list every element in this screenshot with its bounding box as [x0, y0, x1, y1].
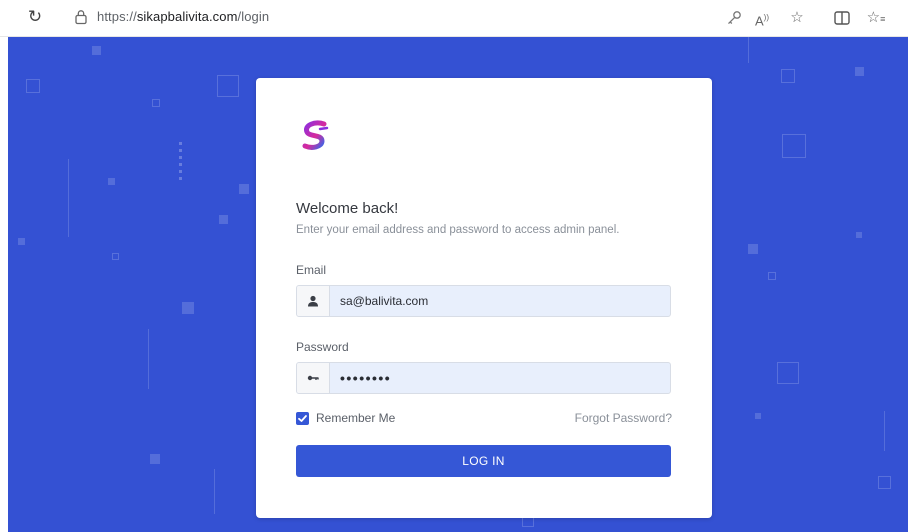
- password-label: Password: [296, 340, 349, 354]
- decor-square: [26, 79, 40, 93]
- password-addon: [297, 363, 330, 393]
- decor-square: [855, 67, 864, 76]
- decor-square: [112, 253, 119, 260]
- logo-icon: [302, 120, 329, 150]
- checkbox-checked-icon[interactable]: [296, 412, 309, 425]
- decor-square: [777, 362, 799, 384]
- decor-square: [152, 99, 160, 107]
- read-aloud-icon[interactable]: A)): [752, 8, 772, 28]
- user-icon: [308, 295, 318, 307]
- key-icon: [307, 375, 319, 381]
- decor-line: [148, 329, 149, 389]
- login-subtitle: Enter your email address and password to…: [296, 224, 620, 236]
- url-domain: sikapbalivita.com: [136, 9, 238, 24]
- email-addon: [297, 286, 330, 316]
- key-icon[interactable]: [724, 8, 744, 28]
- decor-square: [878, 476, 891, 489]
- email-input[interactable]: [330, 286, 670, 316]
- password-input[interactable]: [330, 363, 670, 393]
- decor-square: [755, 413, 761, 419]
- decor-square: [239, 184, 249, 194]
- email-label: Email: [296, 263, 327, 277]
- email-field: [296, 285, 671, 317]
- password-field: [296, 362, 671, 394]
- decor-square: [217, 75, 239, 97]
- browser-toolbar: ↻ https://sikapbalivita.com/login A)) ☆ …: [0, 0, 908, 37]
- decor-square: [92, 46, 101, 55]
- remember-me-label: Remember Me: [316, 411, 396, 425]
- decor-square: [748, 244, 758, 254]
- decor-dashes: [179, 142, 182, 180]
- decor-line: [214, 469, 215, 514]
- forgot-password-link[interactable]: Forgot Password?: [575, 411, 672, 425]
- decor-square: [781, 69, 795, 83]
- favorite-icon[interactable]: ☆: [787, 8, 807, 28]
- url-path: /login: [237, 9, 270, 24]
- decor-square: [108, 178, 115, 185]
- address-bar[interactable]: https://sikapbalivita.com/login: [97, 9, 269, 24]
- decor-square: [782, 134, 806, 158]
- refresh-icon[interactable]: ↻: [26, 8, 44, 26]
- decor-square: [768, 272, 776, 280]
- decor-line: [68, 159, 69, 237]
- decor-square: [150, 454, 160, 464]
- login-button[interactable]: LOG IN: [296, 445, 671, 477]
- favorites-list-icon[interactable]: ☆≡: [866, 8, 886, 28]
- url-prefix: https://: [97, 9, 137, 24]
- login-card: Welcome back! Enter your email address a…: [256, 78, 712, 518]
- decor-square: [18, 238, 25, 245]
- page-title: Welcome back!: [296, 200, 399, 217]
- split-screen-icon[interactable]: [832, 8, 852, 28]
- lock-icon[interactable]: [74, 9, 88, 25]
- decor-square: [856, 232, 862, 238]
- decor-line: [748, 37, 749, 63]
- decor-line: [884, 411, 885, 451]
- decor-square: [182, 302, 194, 314]
- decor-square: [219, 215, 228, 224]
